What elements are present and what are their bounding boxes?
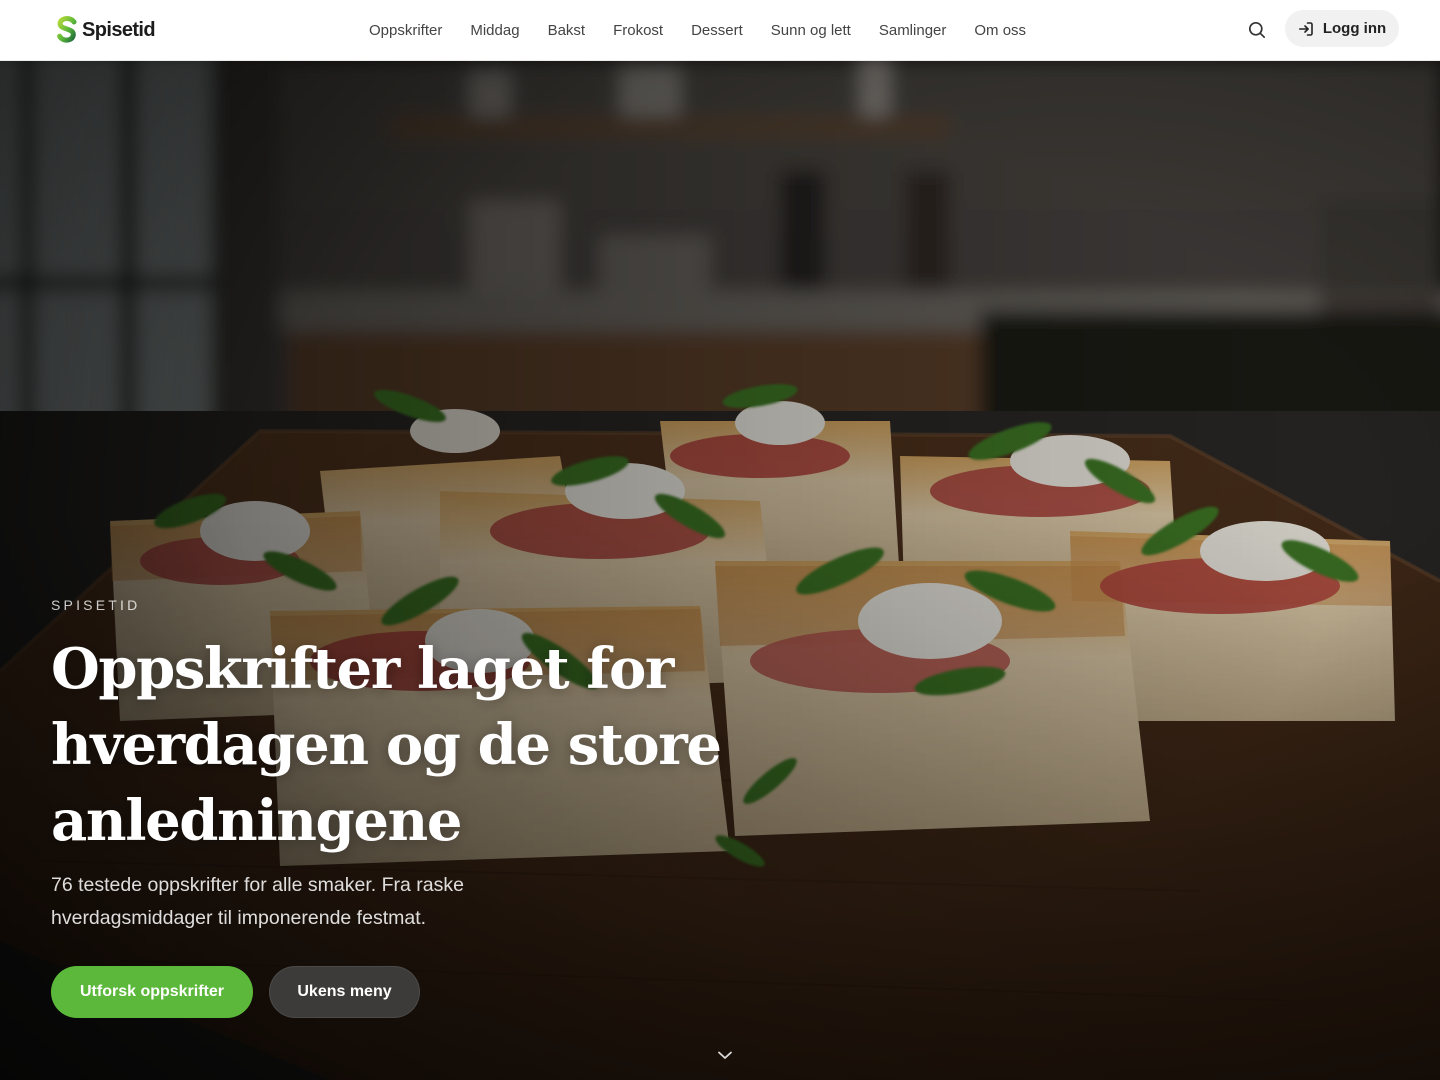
nav-item-samlinger[interactable]: Samlinger xyxy=(865,22,961,39)
nav-item-bakst[interactable]: Bakst xyxy=(534,22,600,39)
login-button[interactable]: Logg inn xyxy=(1285,10,1399,47)
nav-item-frokost[interactable]: Frokost xyxy=(599,22,677,39)
nav-item-middag[interactable]: Middag xyxy=(456,22,533,39)
explore-recipes-button[interactable]: Utforsk oppskrifter xyxy=(51,966,253,1018)
hero-section: SPISETID Oppskrifter laget for hverdagen… xyxy=(0,61,1440,1080)
nav-item-oppskrifter[interactable]: Oppskrifter xyxy=(355,22,456,39)
nav-item-dessert[interactable]: Dessert xyxy=(677,22,757,39)
search-button[interactable] xyxy=(1242,15,1272,45)
site-header: Spisetid Oppskrifter Middag Bakst Frokos… xyxy=(0,0,1440,61)
logo-icon xyxy=(57,16,77,43)
weekly-menu-button[interactable]: Ukens meny xyxy=(269,966,420,1018)
search-icon xyxy=(1248,21,1266,39)
hero-subtitle: 76 testede oppskrifter for alle smaker. … xyxy=(51,874,464,929)
scroll-down-button[interactable] xyxy=(713,1046,737,1064)
logo-wordmark: Spisetid xyxy=(82,18,156,41)
hero-title: Oppskrifter laget for hverdagen og de st… xyxy=(51,636,722,854)
login-label: Logg inn xyxy=(1322,20,1387,37)
nav-item-sunn-og-lett[interactable]: Sunn og lett xyxy=(757,22,865,39)
hero-eyebrow: SPISETID xyxy=(51,597,141,613)
site-logo[interactable]: Spisetid xyxy=(56,16,156,44)
nav-item-om-oss[interactable]: Om oss xyxy=(960,22,1040,39)
chevron-down-icon xyxy=(718,1051,732,1059)
login-arrow-icon xyxy=(1298,21,1313,36)
main-nav: Oppskrifter Middag Bakst Frokost Dessert… xyxy=(355,0,1040,60)
